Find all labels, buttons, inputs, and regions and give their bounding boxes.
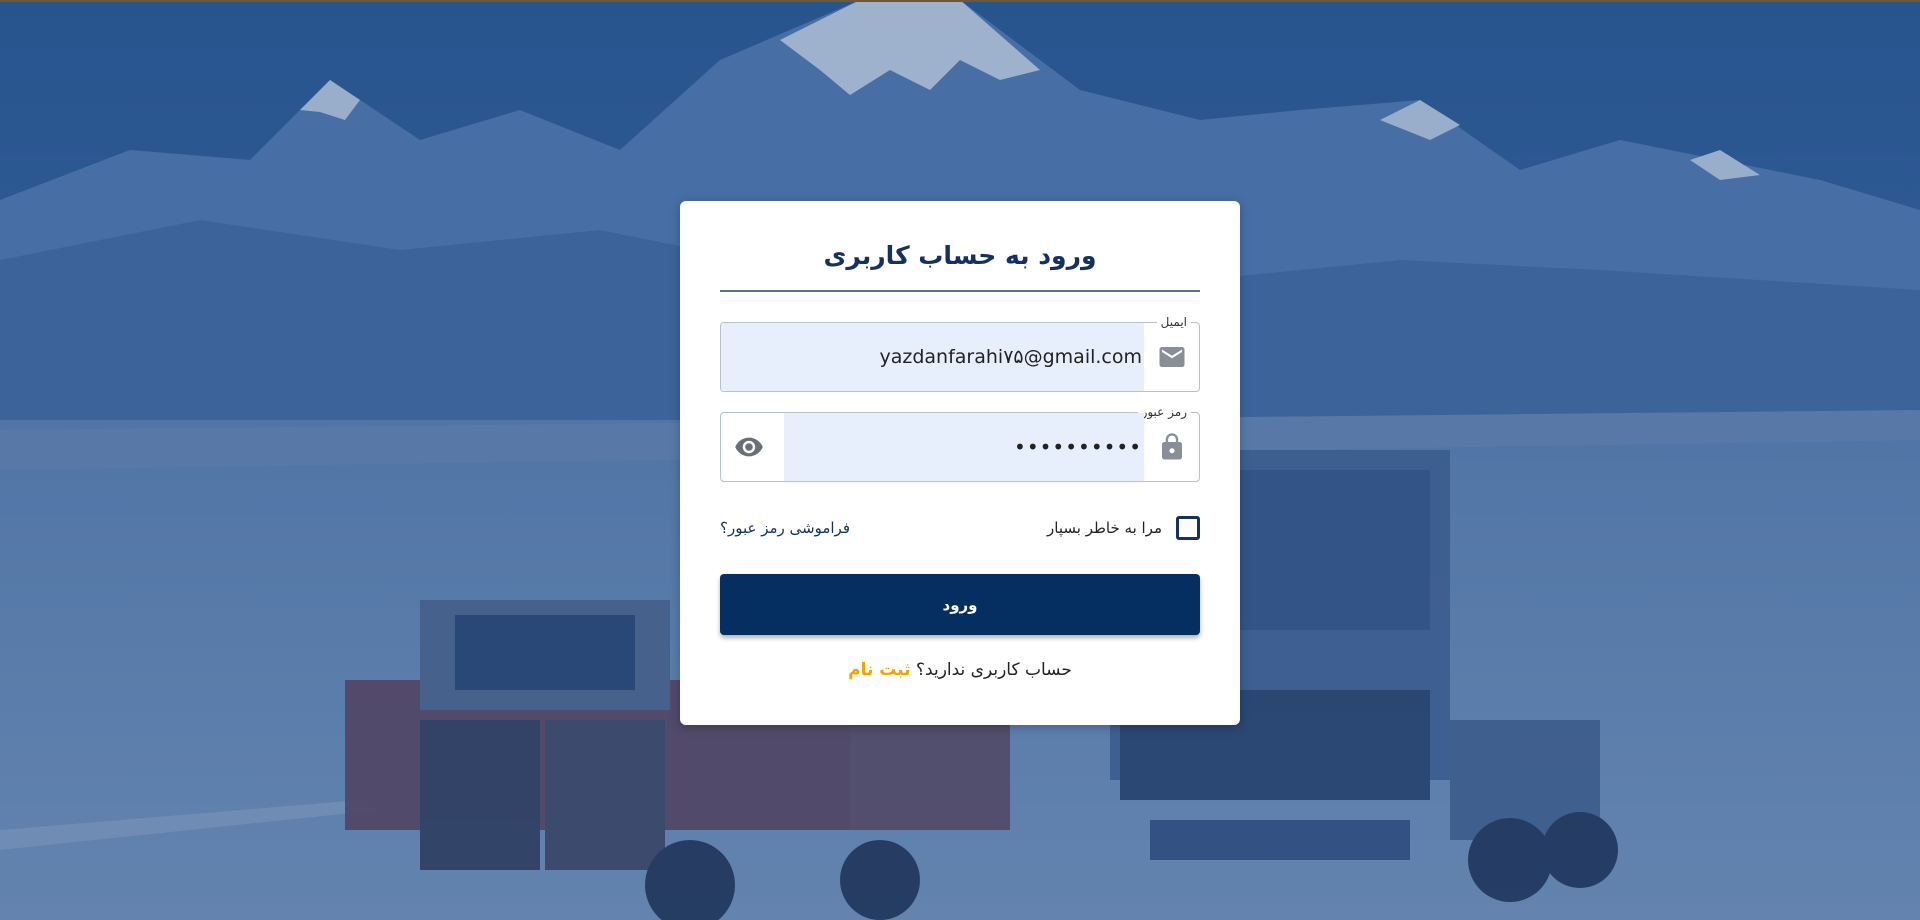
- remember-label: مرا به خاطر بسپار: [1047, 519, 1162, 537]
- email-field[interactable]: ایمیل: [720, 314, 1200, 392]
- signup-link[interactable]: ثبت نام: [848, 660, 910, 680]
- eye-icon[interactable]: [733, 432, 765, 462]
- remember-me[interactable]: مرا به خاطر بسپار: [1047, 516, 1200, 540]
- email-input[interactable]: [731, 323, 1142, 391]
- email-label: ایمیل: [1156, 314, 1191, 330]
- remember-checkbox[interactable]: [1176, 516, 1200, 540]
- lock-icon: [1157, 432, 1187, 462]
- forgot-password-link[interactable]: فراموشی رمز عبور؟: [720, 519, 850, 537]
- password-field[interactable]: رمز عبور: [720, 404, 1200, 482]
- signup-question: حساب کاربری ندارید؟: [916, 660, 1072, 680]
- signup-row: حساب کاربری ندارید؟ ثبت نام: [720, 660, 1200, 680]
- login-title: ورود به حساب کاربری: [823, 241, 1097, 270]
- top-strip: [0, 0, 1920, 2]
- mail-icon: [1157, 342, 1187, 372]
- password-input[interactable]: [791, 413, 1142, 481]
- login-button[interactable]: ورود: [720, 574, 1200, 635]
- title-divider: [720, 290, 1200, 292]
- password-label: رمز عبور: [1137, 404, 1191, 420]
- login-card: ورود به حساب کاربری ایمیل رمز عبور: [680, 201, 1240, 725]
